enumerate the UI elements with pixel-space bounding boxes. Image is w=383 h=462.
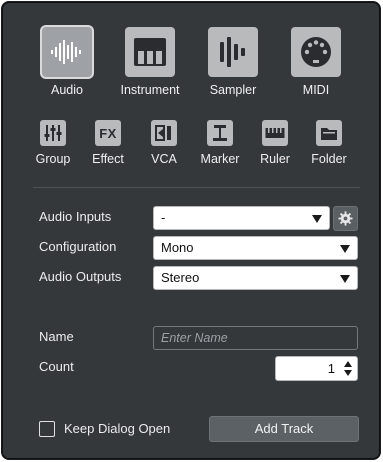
sampler-bars-icon — [208, 27, 258, 77]
configuration-label: Configuration — [39, 239, 117, 254]
track-type-effect-button[interactable]: FX Effect — [78, 120, 138, 166]
increment-arrow-icon[interactable] — [344, 361, 352, 367]
track-type-midi-button[interactable]: MIDI — [281, 27, 351, 97]
ruler-icon — [262, 120, 288, 146]
track-type-group-button[interactable]: Group — [23, 120, 83, 166]
group-faders-icon — [40, 120, 66, 146]
audio-outputs-dropdown[interactable]: Stereo — [153, 266, 358, 290]
track-type-label: Folder — [311, 152, 347, 166]
decrement-arrow-icon[interactable] — [344, 370, 352, 376]
audio-inputs-value: - — [161, 210, 166, 225]
name-label: Name — [39, 329, 74, 344]
vca-icon — [151, 120, 177, 146]
add-track-dialog: Audio Instrument Sampler MIDI Group FX E… — [2, 2, 380, 459]
track-type-label: Effect — [92, 152, 124, 166]
track-type-vca-button[interactable]: VCA — [134, 120, 194, 166]
configuration-value: Mono — [161, 240, 194, 255]
piano-keys-icon — [125, 27, 175, 77]
fx-icon: FX — [95, 120, 121, 146]
audio-outputs-label: Audio Outputs — [39, 269, 122, 284]
track-type-label: Group — [35, 152, 71, 166]
track-type-audio-button[interactable]: Audio — [32, 27, 102, 97]
track-type-ruler-button[interactable]: Ruler — [245, 120, 305, 166]
midi-connector-icon — [291, 27, 341, 77]
track-type-label: Ruler — [260, 152, 290, 166]
track-type-sampler-button[interactable]: Sampler — [198, 27, 268, 97]
chevron-down-icon — [312, 215, 322, 223]
track-type-label: Sampler — [209, 83, 257, 97]
track-type-label: Audio — [51, 83, 83, 97]
configuration-dropdown[interactable]: Mono — [153, 236, 358, 260]
gear-icon — [338, 211, 353, 226]
track-type-label: MIDI — [302, 83, 330, 97]
count-stepper[interactable]: 1 — [275, 356, 358, 381]
folder-icon — [316, 120, 342, 146]
audio-inputs-label: Audio Inputs — [39, 209, 112, 224]
keep-dialog-open-label[interactable]: Keep Dialog Open — [64, 421, 170, 436]
name-input[interactable]: Enter Name — [153, 326, 358, 350]
track-type-instrument-button[interactable]: Instrument — [115, 27, 185, 97]
track-type-label: Marker — [200, 152, 240, 166]
chevron-down-icon — [340, 245, 350, 253]
audio-inputs-dropdown[interactable]: - — [153, 206, 330, 230]
fx-glyph: FX — [99, 125, 117, 141]
audio-outputs-value: Stereo — [161, 270, 200, 285]
track-type-label: Instrument — [120, 83, 180, 97]
keep-dialog-open-checkbox[interactable] — [39, 421, 55, 437]
track-type-marker-button[interactable]: Marker — [190, 120, 250, 166]
chevron-down-icon — [340, 275, 350, 283]
count-value: 1 — [327, 361, 335, 376]
section-divider — [33, 187, 360, 188]
add-track-button[interactable]: Add Track — [209, 416, 359, 442]
count-label: Count — [39, 359, 74, 374]
marker-icon — [207, 120, 233, 146]
audio-inputs-settings-button[interactable] — [333, 206, 358, 231]
track-type-label: VCA — [151, 152, 177, 166]
audio-waveform-icon — [42, 27, 92, 77]
track-type-folder-button[interactable]: Folder — [299, 120, 359, 166]
